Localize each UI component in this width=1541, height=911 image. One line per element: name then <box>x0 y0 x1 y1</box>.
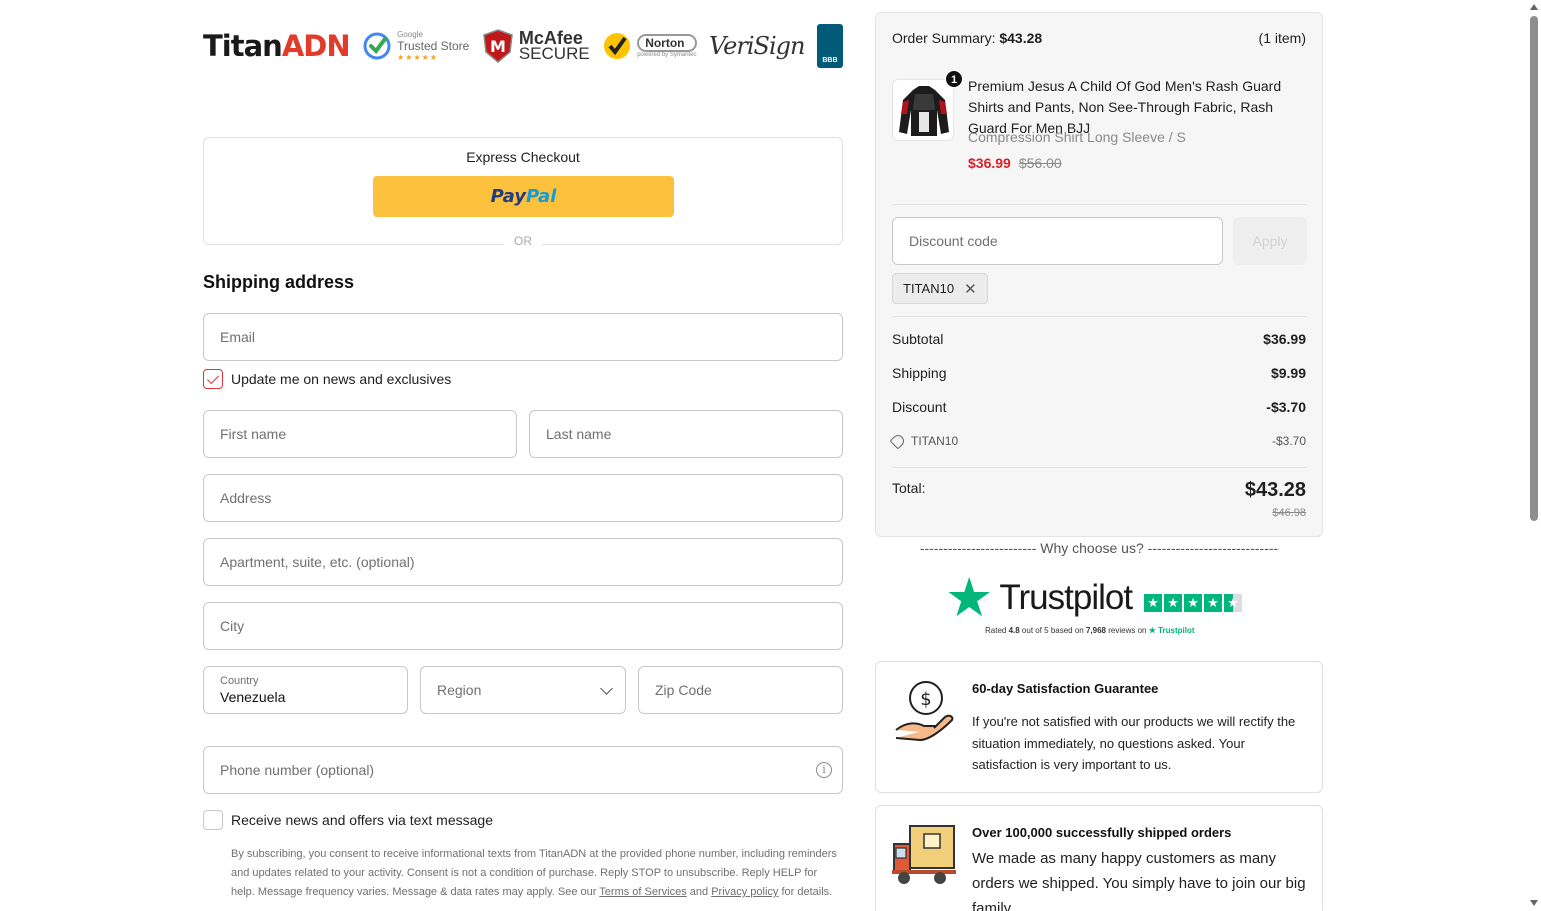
applied-discount-tag: TITAN10 ✕ <box>892 273 988 304</box>
applied-code-label: TITAN10 <box>903 281 955 296</box>
last-name-field[interactable]: Last name <box>529 410 843 458</box>
trustpilot-rating-text: Rated 4.8 out of 5 based on 7,968 review… <box>985 626 1195 635</box>
shipping-address-title: Shipping address <box>203 272 355 292</box>
sms-checkbox-label: Receive news and offers via text message <box>231 812 493 828</box>
news-checkbox-row[interactable]: Update me on news and exclusives <box>203 369 451 389</box>
chevron-down-icon <box>600 682 613 695</box>
tag-icon <box>889 432 907 450</box>
bbb-badge: BBB <box>816 24 843 68</box>
product-prices: $36.99 $56.00 <box>968 155 1062 171</box>
trustpilot-logo: Trustpilot <box>999 578 1133 617</box>
scroll-down-arrow[interactable] <box>1530 900 1538 906</box>
first-name-field[interactable]: First name <box>203 410 517 458</box>
discount-code-row: TITAN10 -$3.70 <box>889 432 1306 450</box>
guarantee-card: $ 60-day Satisfaction Guarantee If you'r… <box>875 661 1323 793</box>
order-summary-total: $43.28 <box>999 30 1043 46</box>
total-label: Total: <box>892 480 926 496</box>
sms-checkbox-row[interactable]: Receive news and offers via text message <box>203 810 493 830</box>
why-choose-us-heading: ------------------------- Why choose us?… <box>919 540 1279 556</box>
verisign-badge: VeriSign <box>709 32 805 60</box>
quantity-badge: 1 <box>945 70 963 88</box>
shipped-orders-title: Over 100,000 successfully shipped orders <box>972 825 1232 840</box>
divider <box>892 204 1306 205</box>
email-field[interactable]: Email <box>203 313 843 361</box>
shipped-orders-body: We made as many happy customers as many … <box>972 850 1306 911</box>
phone-field[interactable]: Phone number (optional) i <box>203 746 843 794</box>
scrollbar-thumb[interactable] <box>1530 16 1538 521</box>
region-select[interactable]: Region <box>420 666 626 714</box>
paypal-button[interactable]: Pay Pal <box>373 176 674 217</box>
sms-checkbox[interactable] <box>203 810 223 830</box>
order-summary-header: Order Summary: $43.28 (1 item) <box>892 30 1306 46</box>
norton-badge: Norton powered by Symantec <box>602 31 697 61</box>
mcafee-shield-icon: M <box>483 29 513 63</box>
subtotal-row: Subtotal $36.99 <box>892 331 1306 347</box>
info-icon[interactable]: i <box>816 762 832 778</box>
trustpilot-star-icon: ★ <box>945 568 994 628</box>
guarantee-title: 60-day Satisfaction Guarantee <box>972 681 1159 696</box>
discount-code-input[interactable]: Discount code <box>892 217 1223 265</box>
news-checkbox[interactable] <box>203 369 223 389</box>
shipped-orders-card: Over 100,000 successfully shipped orders… <box>875 805 1323 911</box>
guarantee-body: If you're not satisfied with our product… <box>972 714 1296 772</box>
product-variant: Compression Shirt Long Sleeve / S <box>968 129 1186 145</box>
mcafee-badge: M McAfee SECURE <box>482 28 590 64</box>
money-hand-icon: $ <box>895 681 954 742</box>
order-summary-panel: Order Summary: $43.28 (1 item) 1 Premium… <box>875 12 1323 537</box>
zip-code-field[interactable]: Zip Code <box>638 666 843 714</box>
address-field[interactable]: Address <box>203 474 843 522</box>
total-value: $43.28 <box>1244 479 1306 501</box>
trusted-store-badge: Google Trusted Store ★★★★★ <box>362 30 469 62</box>
divider <box>892 467 1306 468</box>
divider <box>892 316 1306 317</box>
total-compare-value: $46.98 <box>1272 507 1306 519</box>
product-image <box>892 79 954 141</box>
rash-guard-shirt-image <box>899 86 949 136</box>
shipping-row: Shipping $9.99 <box>892 365 1306 381</box>
country-select[interactable]: Country Venezuela <box>203 666 408 714</box>
svg-text:$: $ <box>920 689 931 710</box>
sms-disclaimer: By subscribing, you consent to receive i… <box>231 848 837 898</box>
close-icon[interactable]: ✕ <box>964 280 977 298</box>
discount-row: Discount -$3.70 <box>892 399 1306 415</box>
trustpilot-widget[interactable]: ★ Trustpilot ★ ★ ★ ★ ★ Rated 4.8 out of 5 ba… <box>945 568 1255 646</box>
delivery-truck-icon <box>892 825 956 884</box>
norton-check-icon <box>604 33 631 59</box>
svg-text:M: M <box>490 37 506 56</box>
or-divider: OR <box>504 234 542 248</box>
express-checkout-box: Express Checkout Pay Pal OR <box>203 137 843 248</box>
item-count: (1 item) <box>1258 30 1306 46</box>
apply-discount-button[interactable]: Apply <box>1233 217 1307 265</box>
page-scrollbar[interactable] <box>1526 0 1541 911</box>
trustpilot-rating-stars: ★ ★ ★ ★ ★ <box>1144 594 1243 612</box>
product-price: $36.99 <box>968 155 1011 171</box>
scroll-up-arrow[interactable] <box>1530 4 1538 10</box>
express-checkout-title: Express Checkout <box>466 149 580 165</box>
news-checkbox-label: Update me on news and exclusives <box>231 371 452 387</box>
brand-logo[interactable]: TitanADN <box>203 29 351 63</box>
privacy-link[interactable]: Privacy policy <box>711 886 778 898</box>
terms-link[interactable]: Terms of Services <box>599 886 686 898</box>
city-field[interactable]: City <box>203 602 843 650</box>
checkmark-icon <box>363 32 391 60</box>
apartment-field[interactable]: Apartment, suite, etc. (optional) <box>203 538 843 586</box>
product-compare-price: $56.00 <box>1018 155 1062 171</box>
trust-badges-bar: TitanADN Google Trusted Store ★★★★★ M Mc… <box>203 16 843 76</box>
